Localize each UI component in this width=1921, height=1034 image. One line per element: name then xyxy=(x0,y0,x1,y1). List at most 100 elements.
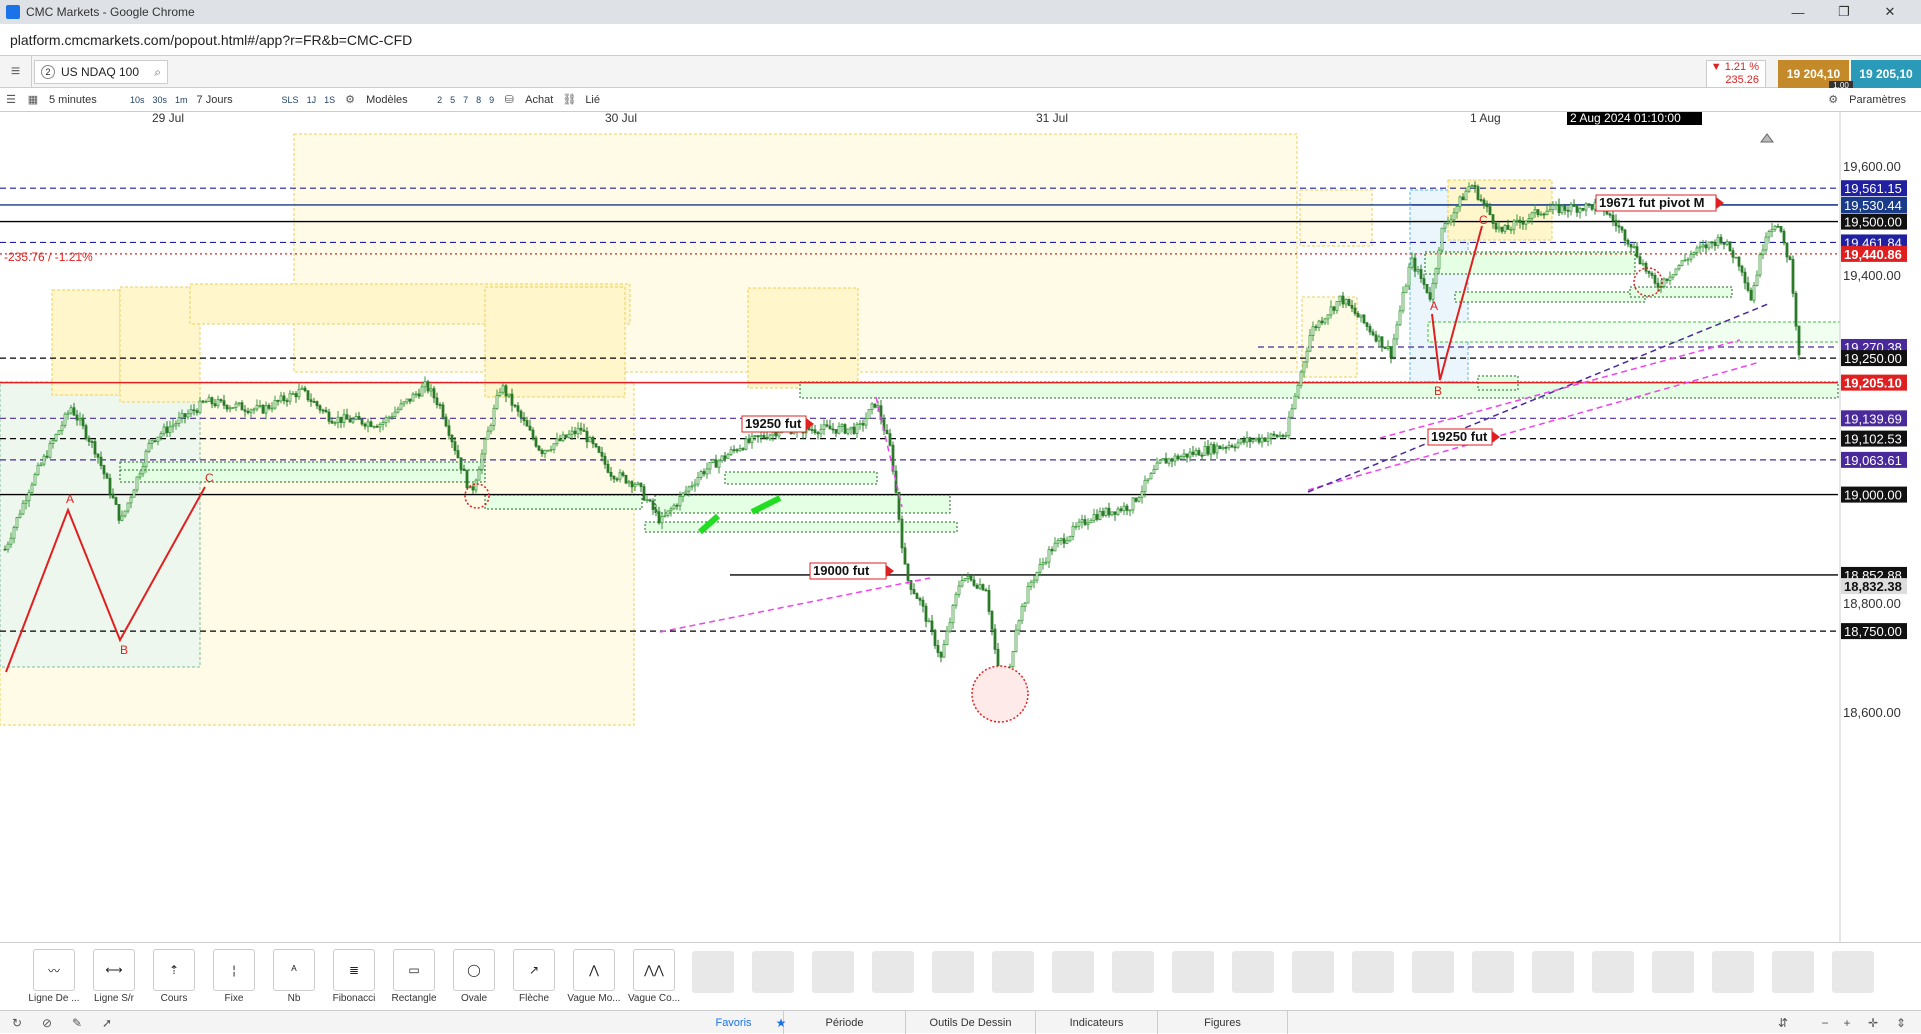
btn-30s[interactable]: 30s xyxy=(149,90,172,110)
btn-2[interactable]: 2 xyxy=(433,90,446,110)
candle-body xyxy=(1098,510,1102,520)
models-icon[interactable]: ⚙ xyxy=(339,90,361,110)
lie-button[interactable]: Lié xyxy=(580,90,605,110)
candle-body xyxy=(768,434,772,440)
candle-body xyxy=(75,414,79,421)
star-icon[interactable]: ★ xyxy=(770,1011,792,1034)
search-icon[interactable]: ⌕ xyxy=(154,65,161,80)
btn-1j[interactable]: 1J xyxy=(303,90,321,110)
btn-7[interactable]: 7 xyxy=(459,90,472,110)
candle-body xyxy=(318,405,322,411)
candle-body xyxy=(1419,269,1423,280)
minus-icon[interactable]: − xyxy=(1814,1011,1836,1034)
instrument-tab[interactable]: 2 US NDAQ 100 ⌕ xyxy=(34,60,168,84)
close-icon[interactable]: ✕ xyxy=(1867,0,1913,24)
btn-8[interactable]: 8 xyxy=(472,90,485,110)
link-icon[interactable]: ⛓ xyxy=(558,90,580,110)
footer-tab-1[interactable]: Période xyxy=(784,1011,906,1034)
cart-icon[interactable]: ⛁ xyxy=(498,90,520,110)
footer-tab-0[interactable]: Favoris xyxy=(684,1011,784,1034)
interval-select[interactable]: 5 minutes xyxy=(44,90,126,110)
tool-9[interactable]: ⋀ Vague Mo... xyxy=(567,949,621,1009)
candle-body xyxy=(1287,416,1291,436)
btn-5[interactable]: 5 xyxy=(446,90,459,110)
candle-body xyxy=(420,386,424,397)
tool-4[interactable]: ᴬ Nb xyxy=(271,949,317,1009)
footer-tab-4[interactable]: Figures xyxy=(1158,1011,1288,1034)
candle-body xyxy=(1452,212,1456,221)
footer-tab-2[interactable]: Outils De Dessin xyxy=(906,1011,1036,1034)
footer-tab-3[interactable]: Indicateurs xyxy=(1036,1011,1158,1034)
candle-body xyxy=(1788,256,1792,260)
tool-7[interactable]: ◯ Ovale xyxy=(451,949,497,1009)
candle-body xyxy=(1431,282,1435,300)
candle-body xyxy=(1155,462,1159,470)
pointer-icon[interactable]: ➚ xyxy=(96,1011,118,1034)
candle-body xyxy=(942,644,946,658)
candle-body xyxy=(1353,307,1357,314)
candle-body xyxy=(1305,350,1309,363)
achat-button[interactable]: Achat xyxy=(520,90,558,110)
candle-body xyxy=(423,381,427,388)
candle-body xyxy=(918,598,922,601)
candle-body xyxy=(921,599,925,607)
btn-1m[interactable]: 1m xyxy=(171,90,192,110)
candle-body xyxy=(975,584,979,589)
btn-10s[interactable]: 10s xyxy=(126,90,149,110)
tool-label-10: Vague Co... xyxy=(627,993,681,1004)
candle-body xyxy=(606,463,610,473)
candle-body xyxy=(906,563,910,581)
candle-body xyxy=(531,429,535,439)
block-icon[interactable]: ⊘ xyxy=(36,1011,58,1034)
candle-body xyxy=(1713,242,1717,247)
candle-body xyxy=(306,390,310,401)
tool-0[interactable]: 〰 Ligne De ... xyxy=(28,949,80,1009)
refresh-icon[interactable]: ↻ xyxy=(6,1011,28,1034)
candle-body xyxy=(279,395,283,402)
crosshair-icon[interactable]: ✛ xyxy=(1862,1011,1884,1034)
tool-5[interactable]: ≣ Fibonacci xyxy=(331,949,377,1009)
candle-body xyxy=(1314,326,1318,329)
candle-body xyxy=(276,400,280,402)
range-select[interactable]: 7 Jours xyxy=(192,90,278,110)
btn-sls[interactable]: SLS xyxy=(278,90,303,110)
plus-icon[interactable]: + xyxy=(1836,1011,1858,1034)
tool-10[interactable]: ⋀⋀ Vague Co... xyxy=(628,949,680,1009)
candle-body xyxy=(1359,314,1363,318)
list-icon[interactable]: ☰ xyxy=(0,90,22,110)
address-bar[interactable]: platform.cmcmarkets.com/popout.html#/app… xyxy=(0,24,1921,56)
minimize-icon[interactable]: — xyxy=(1775,0,1821,24)
tool-6[interactable]: ▭ Rectangle xyxy=(391,949,437,1009)
buy-button[interactable]: 19 205,10 xyxy=(1851,60,1921,88)
tool-2[interactable]: ⇡ Cours xyxy=(151,949,197,1009)
candle-body xyxy=(1389,346,1393,358)
zone-12 xyxy=(1427,321,1899,343)
price-chart[interactable]: A B C A B C 19250 fut 19000 fut 19250 fut 19671 f… xyxy=(0,112,1921,942)
settings-icon[interactable]: ⚙ xyxy=(1822,90,1844,110)
candle-body xyxy=(1470,185,1474,188)
candle-body xyxy=(453,441,457,451)
candle-body xyxy=(471,486,475,491)
candle-body xyxy=(837,426,841,434)
pencil-icon[interactable]: ✎ xyxy=(66,1011,88,1034)
instrument-name: US NDAQ 100 xyxy=(61,65,140,79)
candle-body xyxy=(1584,203,1588,211)
layout-icon[interactable]: ▦ xyxy=(22,90,44,110)
candle-body xyxy=(618,472,622,480)
tool-1[interactable]: ⟷ Ligne S/r xyxy=(91,949,137,1009)
btn-1s[interactable]: 1S xyxy=(320,90,339,110)
support-box-9 xyxy=(1454,291,1646,303)
tool-8[interactable]: ↗ Flèche xyxy=(511,949,557,1009)
candle-body xyxy=(1254,437,1258,441)
candle-body xyxy=(1173,455,1177,462)
more-icon[interactable]: ⇕ xyxy=(1890,1011,1912,1034)
candle-body xyxy=(288,393,292,402)
tool-3[interactable]: ¦ Fixe xyxy=(211,949,257,1009)
share-icon[interactable]: ⇵ xyxy=(1772,1011,1794,1034)
btn-9[interactable]: 9 xyxy=(485,90,498,110)
menu-icon[interactable]: ≡ xyxy=(0,56,32,88)
restore-icon[interactable]: ❐ xyxy=(1821,0,1867,24)
params-button[interactable]: Paramètres xyxy=(1844,90,1911,110)
models-button[interactable]: Modèles xyxy=(361,90,433,110)
candle-body xyxy=(84,425,88,439)
